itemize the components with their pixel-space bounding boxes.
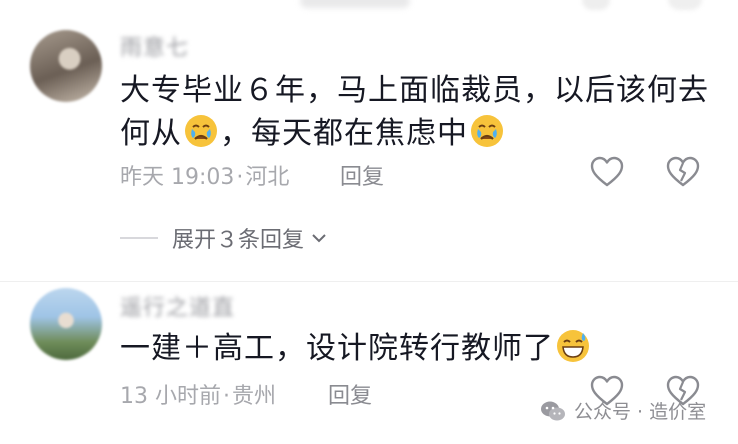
comment-text-line-1: 大专毕业６年，马上面临裁员，以后该何去 [120,73,709,108]
heart-icon[interactable] [590,156,624,188]
divider [0,281,738,282]
broken-heart-icon[interactable] [666,156,700,188]
separator: · [236,165,244,190]
wechat-icon [541,401,565,420]
chevron-down-icon [312,234,326,243]
top-clipped-area [0,0,738,14]
username[interactable]: 雨意七 [120,30,189,62]
avatar[interactable] [30,30,102,102]
clipped-text-fragment [300,0,410,8]
expand-line [120,237,158,239]
avatar[interactable] [30,288,102,360]
comment-text-part: ，每天都在焦虑中 [220,116,468,151]
location: 河北 [245,165,290,190]
location: 贵州 [232,384,277,409]
timestamp: 13 小时前 [120,384,221,409]
comment-meta: 13 小时前·贵州 [120,378,276,410]
comment-text-part: 何从 [120,116,182,151]
comment-text: 大专毕业６年，马上面临裁员，以后该何去 何从 ，每天都在焦虑中 [120,69,709,155]
comment-meta: 昨天 19:03·河北 [120,159,289,191]
reply-button[interactable]: 回复 [328,378,372,410]
expand-replies-label: 展开３条回复 [172,228,305,253]
separator: · [223,384,230,409]
watermark-text: 公众号 · 造价室 [574,401,707,423]
reply-button[interactable]: 回复 [340,159,384,191]
crying-face-icon [471,115,503,147]
username[interactable]: 遥行之道直 [120,290,235,322]
clipped-icon-fragment [582,0,610,10]
comment-text: 一建＋高工，设计院转行教师了 [120,327,592,370]
expand-replies-button[interactable]: 展开３条回复 [120,222,328,254]
watermark: 公众号 · 造价室 [540,397,706,424]
crying-face-icon [185,115,217,147]
clipped-icon-fragment [668,0,702,10]
timestamp: 昨天 19:03 [120,165,235,190]
grinning-sweat-face-icon [557,330,589,362]
comment-text-line: 一建＋高工，设计院转行教师了 [120,331,554,366]
